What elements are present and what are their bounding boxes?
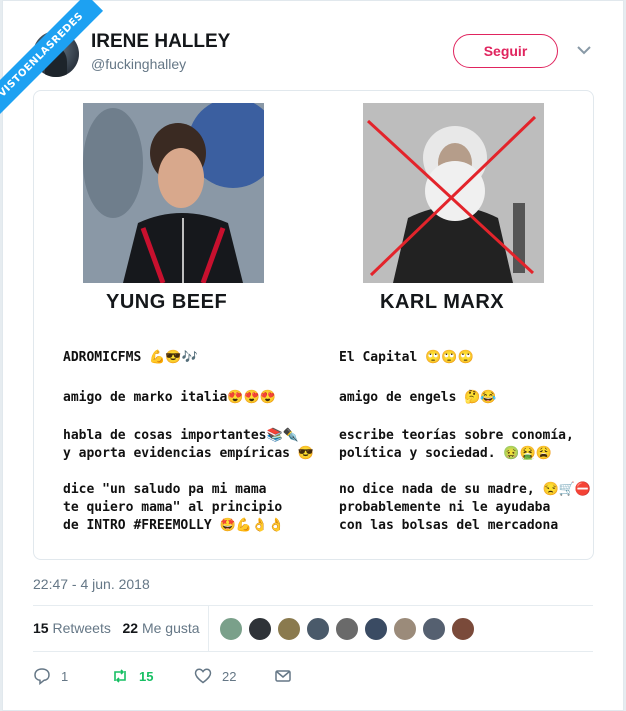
tweet-card: IRENE HALLEY @fuckinghalley Seguir YUNG … xyxy=(2,0,624,711)
left-item-2: amigo de marko italia😍😍😍 xyxy=(63,390,276,405)
chevron-down-icon[interactable] xyxy=(575,41,593,59)
right-item-4: no dice nada de su madre, 😒🛒⛔ probableme… xyxy=(339,482,592,533)
liker-avatar[interactable] xyxy=(248,617,272,641)
divider xyxy=(208,606,209,651)
user-handle[interactable]: @fuckinghalley xyxy=(91,56,186,72)
right-item-2: amigo de engels 🤔😂 xyxy=(339,390,497,405)
karl-marx-photo xyxy=(363,103,544,283)
heart-icon xyxy=(194,668,212,684)
liker-avatar[interactable] xyxy=(364,617,388,641)
liker-avatars xyxy=(219,617,475,641)
liker-avatar[interactable] xyxy=(393,617,417,641)
tweet-timestamp[interactable]: 22:47 - 4 jun. 2018 xyxy=(33,576,150,592)
retweets-stat[interactable]: 15 Retweets xyxy=(33,620,111,636)
liker-avatar[interactable] xyxy=(219,617,243,641)
left-column-title: YUNG BEEF xyxy=(106,291,228,313)
direct-message-button[interactable] xyxy=(274,667,292,685)
yung-beef-photo xyxy=(83,103,264,283)
follow-button[interactable]: Seguir xyxy=(453,34,558,68)
reply-button[interactable]: 1 xyxy=(33,667,68,685)
right-item-3: escribe teorías sobre conomía, política … xyxy=(339,428,574,461)
left-item-1: ADROMICFMS 💪😎🎶 xyxy=(63,350,198,365)
liker-avatar[interactable] xyxy=(306,617,330,641)
left-item-4: dice "un saludo pa mi mama te quiero mam… xyxy=(63,482,285,533)
like-button[interactable]: 22 xyxy=(194,667,236,685)
display-name[interactable]: IRENE HALLEY xyxy=(91,31,230,53)
tweet-stats: 15 Retweets 22 Me gusta xyxy=(33,620,200,636)
liker-avatar[interactable] xyxy=(335,617,359,641)
reply-icon xyxy=(34,668,50,685)
likes-stat[interactable]: 22 Me gusta xyxy=(123,620,200,636)
retweet-button[interactable]: 15 xyxy=(111,667,153,685)
liker-avatar[interactable] xyxy=(277,617,301,641)
liker-avatar[interactable] xyxy=(451,617,475,641)
divider xyxy=(33,605,593,606)
tweet-image[interactable]: YUNG BEEF KARL MARX ADROMICFMS 💪😎🎶 amigo… xyxy=(33,90,594,560)
right-column-title: KARL MARX xyxy=(380,291,505,313)
divider xyxy=(33,651,593,652)
retweet-icon xyxy=(114,669,126,683)
left-item-3: habla de cosas importantes📚✒️ y aporta e… xyxy=(63,428,314,461)
right-item-1: El Capital 🙄🙄🙄 xyxy=(339,350,474,365)
liker-avatar[interactable] xyxy=(422,617,446,641)
mail-icon xyxy=(275,670,291,682)
